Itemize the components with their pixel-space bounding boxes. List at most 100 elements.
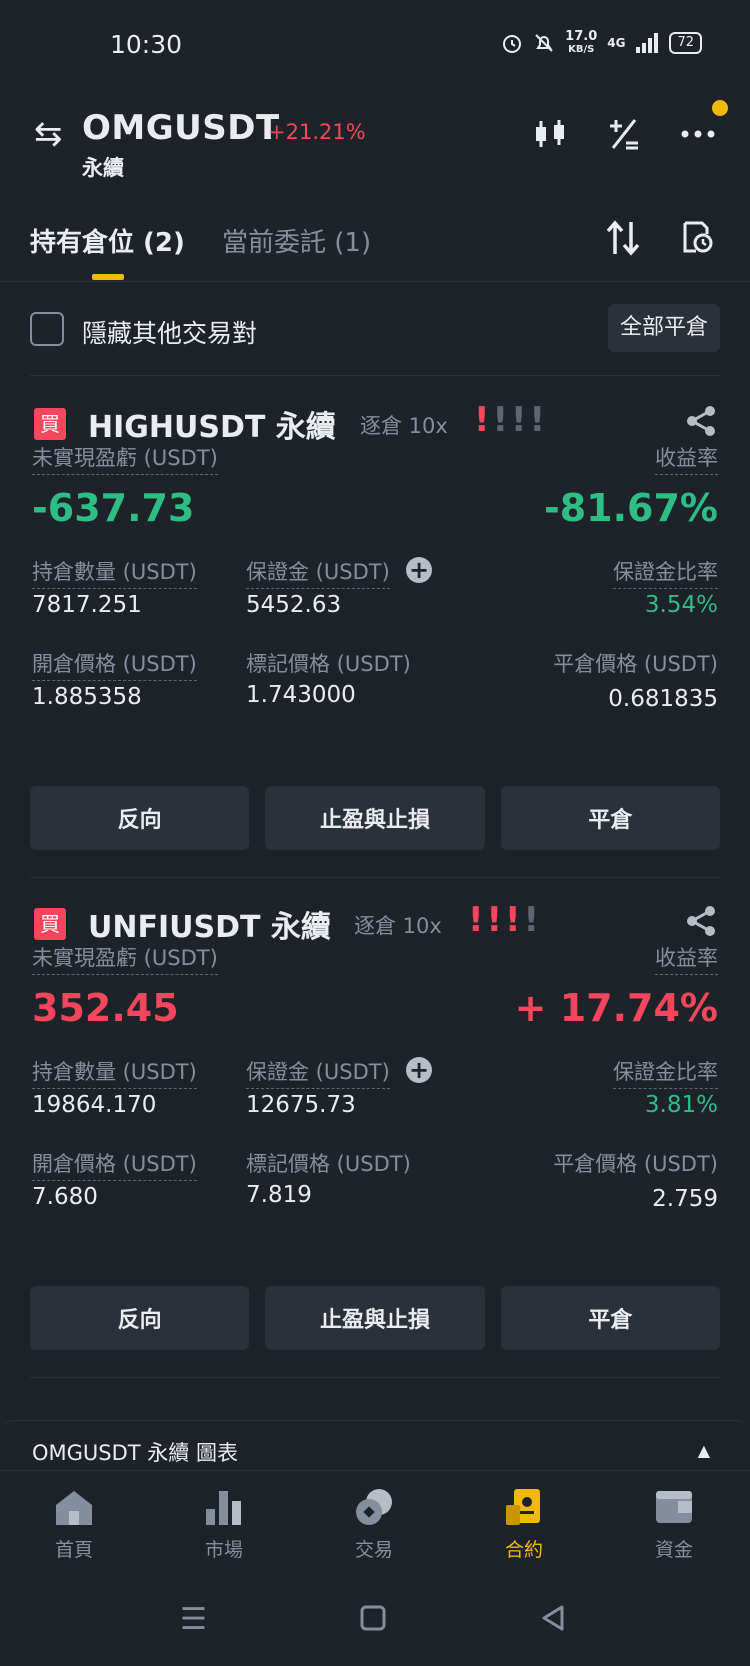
margin-ratio-value: 3.81% (644, 1092, 718, 1118)
liq-price-value: 0.681835 (608, 686, 718, 712)
mute-icon (535, 34, 553, 52)
position-card: 買 UNFIUSDT 永續 逐倉 10x !!!! 未實現盈虧 (USDT) 收… (30, 898, 720, 1378)
roe-value: -81.67% (543, 486, 718, 530)
nav-wallet[interactable]: 資金 (614, 1487, 734, 1562)
close-position-button[interactable]: 平倉 (500, 786, 720, 850)
mark-price-label: 標記價格 (USDT) (246, 1152, 411, 1176)
candlestick-icon[interactable] (528, 112, 572, 156)
pair-change: +21.21% (268, 120, 366, 144)
speed-unit: KB/S (568, 44, 595, 55)
hide-other-pairs-label: 隱藏其他交易對 (82, 319, 258, 348)
margin-ratio-value: 3.54% (644, 592, 718, 618)
wallet-icon (652, 1487, 696, 1527)
margin-ratio-label: 保證金比率 (613, 1056, 718, 1089)
history-icon[interactable] (682, 220, 714, 262)
back-icon[interactable] (540, 1604, 566, 1639)
entry-price-label: 開倉價格 (USDT) (32, 1148, 197, 1181)
reverse-button[interactable]: 反向 (30, 786, 250, 850)
pair-header: ⇆ OMGUSDT +21.21% 永續 (0, 100, 750, 190)
side-badge: 買 (34, 408, 66, 440)
active-tab-indicator (92, 274, 124, 280)
share-icon[interactable] (684, 904, 720, 940)
calculator-icon[interactable] (602, 112, 646, 156)
status-icons: 17.0 KB/S 4G 72 (501, 30, 702, 56)
size-value: 19864.170 (32, 1092, 157, 1118)
position-symbol[interactable]: HIGHUSDT 永續 (88, 402, 336, 446)
liq-price-label: 平倉價格 (USDT) (553, 652, 718, 676)
close-position-button[interactable]: 平倉 (500, 1286, 720, 1350)
bottom-navigation: 首頁 市場 交易 合約 資金 (0, 1470, 750, 1580)
position-actions: 反向 止盈與止損 平倉 (30, 1286, 720, 1350)
nav-label: 資金 (654, 1539, 693, 1561)
tab-open-orders[interactable]: 當前委託 (1) (222, 222, 371, 259)
tpsl-button[interactable]: 止盈與止損 (265, 786, 485, 850)
entry-price-label: 開倉價格 (USDT) (32, 648, 197, 681)
system-navigation-bar: ☰ (0, 1580, 750, 1666)
share-icon[interactable] (684, 404, 720, 440)
liq-price-value: 2.759 (652, 1186, 718, 1212)
roe-label: 收益率 (655, 942, 718, 975)
unrealized-pnl: -637.73 (32, 486, 195, 530)
margin-value: 12675.73 (246, 1092, 356, 1118)
nav-home[interactable]: 首頁 (14, 1487, 134, 1562)
tpsl-button[interactable]: 止盈與止損 (265, 1286, 485, 1350)
notification-dot (712, 100, 728, 116)
entry-price-value: 1.885358 (32, 684, 142, 710)
more-icon[interactable] (676, 112, 720, 156)
position-actions: 反向 止盈與止損 平倉 (30, 786, 720, 850)
roe-label: 收益率 (655, 442, 718, 475)
status-bar: 10:30 17.0 KB/S 4G 72 (0, 0, 750, 96)
pair-symbol[interactable]: OMGUSDT (82, 108, 280, 148)
risk-indicator: !!!! (474, 400, 549, 440)
reverse-button[interactable]: 反向 (30, 1286, 250, 1350)
mark-price-value: 1.743000 (246, 682, 356, 708)
mark-price-label: 標記價格 (USDT) (246, 652, 411, 676)
nav-label: 首頁 (54, 1539, 93, 1561)
status-time: 10:30 (110, 30, 183, 59)
position-symbol[interactable]: UNFIUSDT 永續 (88, 902, 331, 946)
margin-label: 保證金 (USDT) (246, 556, 390, 589)
risk-indicator: !!!! (468, 900, 543, 940)
margin-mode: 逐倉 10x (354, 914, 442, 938)
nav-trade[interactable]: 交易 (314, 1487, 434, 1562)
futures-icon (502, 1487, 546, 1527)
recent-apps-icon[interactable]: ☰ (180, 1602, 207, 1637)
add-margin-icon[interactable]: + (406, 1057, 432, 1083)
margin-value: 5452.63 (246, 592, 342, 618)
roe-value: + 17.74% (514, 986, 718, 1030)
liq-price-label: 平倉價格 (USDT) (553, 1152, 718, 1176)
home-button-icon[interactable] (360, 1604, 386, 1639)
mark-price-value: 7.819 (246, 1182, 312, 1208)
tab-positions[interactable]: 持有倉位 (2) (30, 222, 185, 259)
nav-label: 交易 (354, 1539, 393, 1561)
alarm-icon (503, 35, 522, 53)
size-value: 7817.251 (32, 592, 142, 618)
nav-label: 合約 (504, 1539, 543, 1561)
margin-mode: 逐倉 10x (360, 414, 448, 438)
hide-other-pairs-checkbox[interactable] (30, 312, 64, 346)
swap-pair-icon[interactable]: ⇆ (34, 114, 63, 154)
sort-icon[interactable] (606, 220, 640, 264)
network-speed: 17.0 KB/S (565, 30, 597, 56)
position-tabs: 持有倉位 (2) 當前委託 (1) (0, 210, 750, 282)
nav-futures[interactable]: 合約 (464, 1487, 584, 1562)
margin-label: 保證金 (USDT) (246, 1056, 390, 1089)
signal-icon (636, 33, 659, 53)
add-margin-icon[interactable]: + (406, 557, 432, 583)
speed-value: 17.0 (565, 29, 598, 44)
position-card: 買 HIGHUSDT 永續 逐倉 10x !!!! 未實現盈虧 (USDT) 收… (30, 398, 720, 878)
network-type: 4G (607, 36, 626, 50)
close-all-button[interactable]: 全部平倉 (607, 304, 720, 352)
nav-label: 市場 (204, 1539, 243, 1561)
margin-ratio-label: 保證金比率 (613, 556, 718, 589)
unrealized-pnl-label: 未實現盈虧 (USDT) (32, 442, 218, 475)
market-icon (202, 1487, 246, 1527)
pair-contract-type: 永續 (82, 156, 124, 180)
home-icon (52, 1487, 96, 1527)
trade-icon (352, 1487, 396, 1527)
nav-market[interactable]: 市場 (164, 1487, 284, 1562)
side-badge: 買 (34, 908, 66, 940)
battery-indicator: 72 (669, 32, 702, 54)
size-label: 持倉數量 (USDT) (32, 556, 197, 589)
expand-up-icon[interactable]: ▲ (698, 1441, 710, 1460)
